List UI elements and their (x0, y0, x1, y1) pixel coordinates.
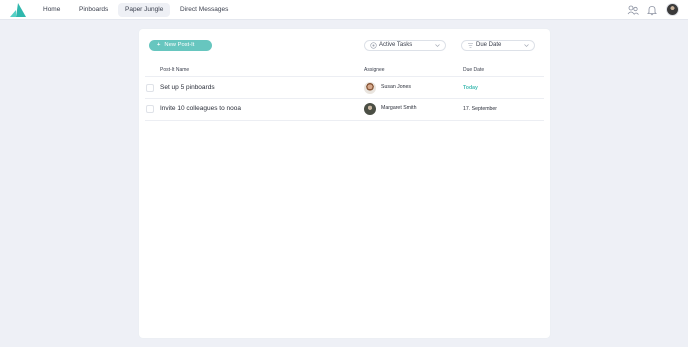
task-filter-value: Active Tasks (379, 42, 413, 48)
nav-home[interactable]: Home (36, 3, 67, 17)
chevron-down-icon (435, 44, 440, 47)
chevron-down-icon (524, 44, 529, 47)
table-row[interactable]: Set up 5 pinboards Susan Jones Today (139, 77, 550, 99)
users-icon[interactable] (627, 4, 639, 16)
logo-icon[interactable] (10, 3, 26, 17)
avatar[interactable] (666, 3, 679, 16)
assignee-name: Susan Jones (381, 84, 411, 90)
filter-icon (370, 42, 377, 49)
column-header-due-date[interactable]: Due Date (463, 67, 484, 73)
plus-icon: + (157, 42, 161, 48)
nav-paper-jungle[interactable]: Paper Jungle (118, 3, 171, 17)
due-date: 17. September (463, 106, 498, 112)
sort-select[interactable]: Due Date (461, 40, 535, 51)
avatar (364, 103, 376, 115)
table-row[interactable]: Invite 10 colleagues to nooa Margaret Sm… (139, 98, 550, 120)
nav-direct-messages[interactable]: Direct Messages (173, 3, 235, 17)
task-checkbox[interactable] (146, 84, 154, 92)
column-header-name[interactable]: Post-It Name (160, 67, 189, 73)
task-name: Invite 10 colleagues to nooa (160, 105, 241, 112)
task-filter-select[interactable]: Active Tasks (364, 40, 446, 51)
new-post-it-button[interactable]: + New Post-It (149, 40, 212, 51)
task-checkbox[interactable] (146, 105, 154, 113)
sort-value: Due Date (476, 42, 502, 48)
nav-pinboards[interactable]: Pinboards (72, 3, 115, 17)
top-navigation-bar: Home Pinboards Paper Jungle Direct Messa… (0, 0, 688, 20)
task-name: Set up 5 pinboards (160, 84, 215, 91)
paper-jungle-panel: + New Post-It Active Tasks Due Date Post-… (139, 29, 550, 338)
assignee-name: Margaret Smith (381, 105, 417, 111)
sort-icon (468, 43, 473, 48)
divider (145, 120, 544, 121)
avatar (364, 82, 376, 94)
bell-icon[interactable] (646, 4, 658, 16)
due-date: Today (463, 85, 478, 91)
column-header-assignee[interactable]: Assignee (364, 67, 385, 73)
new-post-it-label: New Post-It (164, 42, 195, 48)
